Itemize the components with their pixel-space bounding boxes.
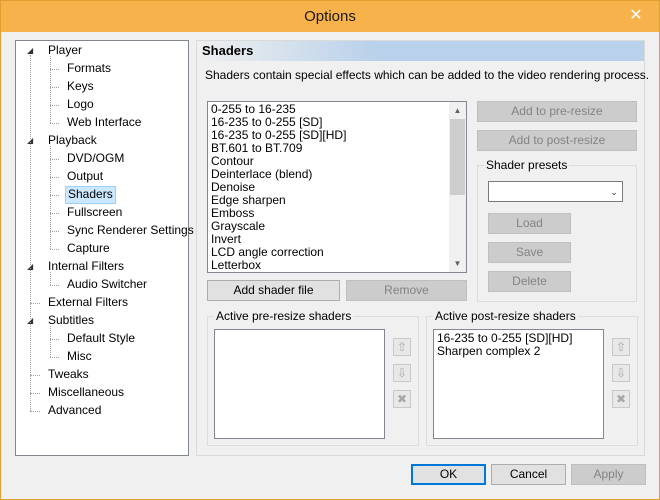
tree-item-playback[interactable]: Playback: [46, 132, 99, 150]
client-area: ◢ Player Formats Keys Logo Web Interface ◢ Play…: [8, 32, 652, 494]
load-preset-button[interactable]: Load: [488, 213, 571, 234]
tree-item-default-style[interactable]: Default Style: [65, 330, 137, 348]
tree-connector: [30, 393, 40, 394]
tree-item-misc[interactable]: Misc: [65, 348, 94, 366]
scrollbar-thumb[interactable]: [450, 119, 465, 195]
tree-connector: [30, 411, 40, 412]
tree-connector: [50, 213, 59, 214]
tree-connector: [30, 303, 40, 304]
tree-item-sync-renderer-settings[interactable]: Sync Renderer Settings: [65, 222, 196, 240]
tree-connector: [50, 272, 51, 285]
tree-item-internal-filters[interactable]: Internal Filters: [46, 258, 126, 276]
tree-connector: [50, 285, 59, 286]
tree-connector: [50, 339, 59, 340]
options-tree[interactable]: ◢ Player Formats Keys Logo Web Interface ◢ Play…: [15, 40, 194, 456]
tree-connector: [30, 55, 31, 411]
move-down-icon[interactable]: ⇩: [393, 364, 411, 382]
tree-item-tweaks[interactable]: Tweaks: [46, 366, 91, 384]
tree-item-output[interactable]: Output: [65, 168, 105, 186]
apply-button[interactable]: Apply: [571, 464, 646, 485]
add-shader-file-button[interactable]: Add shader file: [207, 280, 340, 301]
post-resize-group: Active post-resize shaders 16-235 to 0-2…: [426, 309, 638, 446]
tree-item-dvd-ogm[interactable]: DVD/OGM: [65, 150, 126, 168]
post-resize-title: Active post-resize shaders: [433, 309, 578, 323]
expand-arrow-icon[interactable]: ◢: [27, 316, 37, 326]
tree-item-player[interactable]: Player: [46, 42, 84, 60]
delete-icon[interactable]: ✖: [612, 390, 630, 408]
pre-resize-title: Active pre-resize shaders: [214, 309, 354, 323]
tree-connector: [50, 105, 59, 106]
add-to-pre-resize-button[interactable]: Add to pre-resize: [477, 101, 637, 122]
move-down-icon[interactable]: ⇩: [612, 364, 630, 382]
expand-arrow-icon[interactable]: ◢: [27, 136, 37, 146]
scroll-up-icon[interactable]: ▲: [449, 102, 466, 119]
title-bar[interactable]: Options ✕: [1, 1, 659, 32]
ok-button[interactable]: OK: [411, 464, 486, 485]
chevron-down-icon[interactable]: ⌄: [608, 186, 620, 198]
tree-connector: [50, 123, 59, 124]
tree-connector: [50, 69, 59, 70]
tree-item-subtitles[interactable]: Subtitles: [46, 312, 96, 330]
move-up-icon[interactable]: ⇧: [612, 338, 630, 356]
post-resize-item[interactable]: Sharpen complex 2: [434, 345, 603, 358]
close-button[interactable]: ✕: [613, 1, 659, 32]
expand-arrow-icon[interactable]: ◢: [27, 262, 37, 272]
move-up-icon[interactable]: ⇧: [393, 338, 411, 356]
page-header: Shaders: [197, 41, 644, 61]
tree-connector: [50, 249, 59, 250]
tree-connector: [50, 326, 51, 357]
tree-item-formats[interactable]: Formats: [65, 60, 113, 78]
shader-presets-group: Shader presets ⌄ Load Save Delete: [477, 158, 637, 302]
pre-resize-group: Active pre-resize shaders ⇧ ⇩ ✖: [207, 309, 419, 446]
tree-item-web-interface[interactable]: Web Interface: [65, 114, 143, 132]
tree-connector: [50, 195, 59, 196]
shader-list[interactable]: 0-255 to 16-235 16-235 to 0-255 [SD] 16-23…: [207, 101, 467, 273]
tree-connector: [50, 159, 59, 160]
tree-item-keys[interactable]: Keys: [65, 78, 96, 96]
page-title: Shaders: [202, 43, 254, 58]
tree-item-capture[interactable]: Capture: [65, 240, 112, 258]
tree-item-external-filters[interactable]: External Filters: [46, 294, 130, 312]
tree-connector: [50, 146, 51, 249]
cancel-button[interactable]: Cancel: [491, 464, 566, 485]
shader-presets-title: Shader presets: [484, 158, 570, 172]
shader-list-item[interactable]: Letterbox: [208, 259, 466, 272]
tree-item-logo[interactable]: Logo: [65, 96, 96, 114]
tree-connector: [50, 56, 51, 123]
delete-preset-button[interactable]: Delete: [488, 271, 571, 292]
tree-connector: [50, 357, 59, 358]
tree-item-miscellaneous[interactable]: Miscellaneous: [46, 384, 126, 402]
tree-item-advanced[interactable]: Advanced: [46, 402, 103, 420]
delete-icon[interactable]: ✖: [393, 390, 411, 408]
post-resize-list[interactable]: 16-235 to 0-255 [SD][HD] Sharpen complex …: [433, 329, 604, 439]
tree-item-audio-switcher[interactable]: Audio Switcher: [65, 276, 149, 294]
tree-connector: [50, 177, 59, 178]
shader-list-scrollbar[interactable]: ▲ ▼: [449, 102, 466, 272]
add-to-post-resize-button[interactable]: Add to post-resize: [477, 130, 637, 151]
save-preset-button[interactable]: Save: [488, 242, 571, 263]
window-title: Options: [304, 8, 356, 25]
shader-presets-combo[interactable]: ⌄: [488, 181, 623, 202]
scroll-down-icon[interactable]: ▼: [449, 255, 466, 272]
shaders-page: Shaders Shaders contain special effects …: [196, 40, 649, 456]
tree-connector: [50, 87, 59, 88]
shader-list-item[interactable]: Grayscale: [208, 220, 466, 233]
page-description: Shaders contain special effects which ca…: [205, 68, 650, 82]
tree-connector: [50, 231, 59, 232]
remove-button[interactable]: Remove: [346, 280, 467, 301]
options-window: Options ✕ ◢ Player Formats Keys Logo Web Inte…: [0, 0, 660, 500]
tree-connector: [30, 375, 40, 376]
pre-resize-list[interactable]: [214, 329, 385, 439]
tree-item-shaders[interactable]: Shaders: [65, 186, 116, 204]
expand-arrow-icon[interactable]: ◢: [27, 46, 37, 56]
tree-item-fullscreen[interactable]: Fullscreen: [65, 204, 124, 222]
